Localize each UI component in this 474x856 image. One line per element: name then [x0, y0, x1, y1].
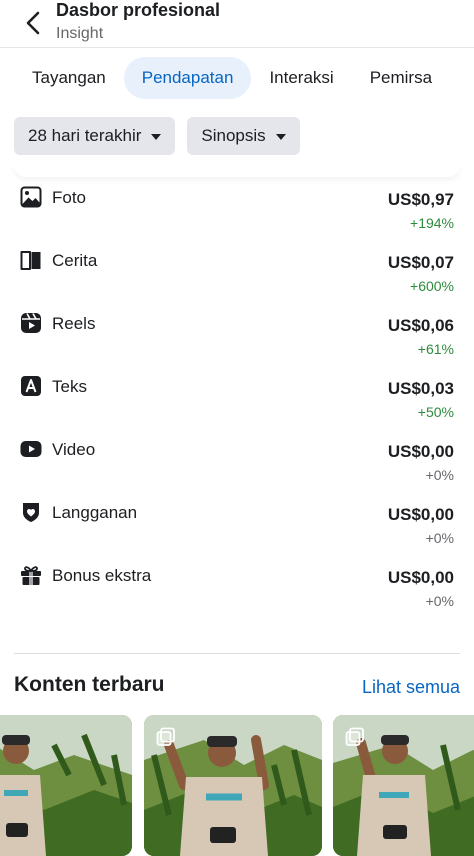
earnings-row-photo[interactable]: Foto US$0,97 +194%	[0, 183, 474, 246]
earnings-row-video[interactable]: Video US$0,00 +0%	[0, 435, 474, 498]
reels-icon	[20, 312, 42, 334]
earnings-label: Langganan	[52, 503, 138, 522]
earnings-value: US$0,03	[387, 379, 454, 398]
period-dropdown-label: 28 hari terakhir	[28, 126, 142, 145]
filter-bar: 28 hari terakhir Sinopsis	[14, 117, 300, 155]
period-dropdown[interactable]: 28 hari terakhir	[14, 117, 176, 155]
earnings-change: +50%	[417, 404, 454, 420]
card-edge	[14, 163, 460, 177]
earnings-value: US$0,07	[387, 253, 454, 272]
earnings-change: +0%	[425, 467, 454, 483]
earnings-label: Foto	[52, 188, 87, 207]
content-thumbnail[interactable]	[144, 715, 322, 856]
see-all-link[interactable]: Lihat semua	[362, 677, 460, 698]
earnings-label: Cerita	[52, 251, 98, 270]
earnings-label: Bonus ekstra	[52, 566, 152, 585]
tab-bar: Tayangan Pendapatan Interaksi Pemirsa	[14, 57, 450, 99]
earnings-change: +0%	[425, 530, 454, 546]
page-subtitle: Insight	[56, 25, 104, 42]
tab-engagement[interactable]: Interaksi	[251, 57, 351, 99]
story-icon	[20, 249, 42, 271]
back-button[interactable]	[18, 8, 48, 38]
text-icon	[20, 375, 42, 397]
page-title: Dasbor profesional	[56, 0, 221, 20]
earnings-row-text[interactable]: Teks US$0,03 +50%	[0, 372, 474, 435]
earnings-change: +600%	[410, 278, 454, 294]
earnings-label: Teks	[52, 377, 87, 396]
earnings-value: US$0,00	[387, 442, 454, 461]
video-icon	[20, 438, 42, 460]
earnings-list: Foto US$0,97 +194% Cerita US$0,07 +600% …	[0, 183, 474, 624]
recent-content-title: Konten terbaru	[14, 673, 165, 696]
caret-down-icon	[151, 134, 162, 140]
earnings-label: Video	[52, 440, 96, 459]
earnings-row-subscription[interactable]: Langganan US$0,00 +0%	[0, 498, 474, 561]
earnings-value: US$0,00	[387, 568, 454, 587]
multiple-photos-icon	[156, 727, 176, 747]
earnings-change: +61%	[417, 341, 454, 357]
tab-views[interactable]: Tayangan	[14, 57, 124, 99]
caret-down-icon	[275, 134, 286, 140]
view-dropdown[interactable]: Sinopsis	[187, 117, 300, 155]
tab-audience[interactable]: Pemirsa	[352, 57, 450, 99]
earnings-row-story[interactable]: Cerita US$0,07 +600%	[0, 246, 474, 309]
earnings-value: US$0,06	[387, 316, 454, 335]
earnings-value: US$0,97	[387, 190, 454, 209]
earnings-change: +0%	[425, 593, 454, 609]
subscription-icon	[20, 501, 42, 523]
earnings-row-reels[interactable]: Reels US$0,06 +61%	[0, 309, 474, 372]
content-thumbnail[interactable]	[333, 715, 474, 856]
section-divider	[14, 653, 460, 654]
back-arrow-icon	[26, 11, 40, 35]
view-dropdown-label: Sinopsis	[201, 126, 266, 145]
recent-content-carousel	[0, 715, 474, 856]
top-bar: Dasbor profesional Insight	[0, 0, 474, 48]
multiple-photos-icon	[345, 727, 365, 747]
earnings-value: US$0,00	[387, 505, 454, 524]
post-image	[0, 715, 132, 856]
earnings-change: +194%	[410, 215, 454, 231]
tab-earnings[interactable]: Pendapatan	[123, 57, 252, 99]
gift-icon	[20, 564, 42, 586]
earnings-row-bonus[interactable]: Bonus ekstra US$0,00 +0%	[0, 561, 474, 624]
content-thumbnail[interactable]	[0, 715, 132, 856]
earnings-label: Reels	[52, 314, 96, 333]
photo-icon	[20, 186, 42, 208]
